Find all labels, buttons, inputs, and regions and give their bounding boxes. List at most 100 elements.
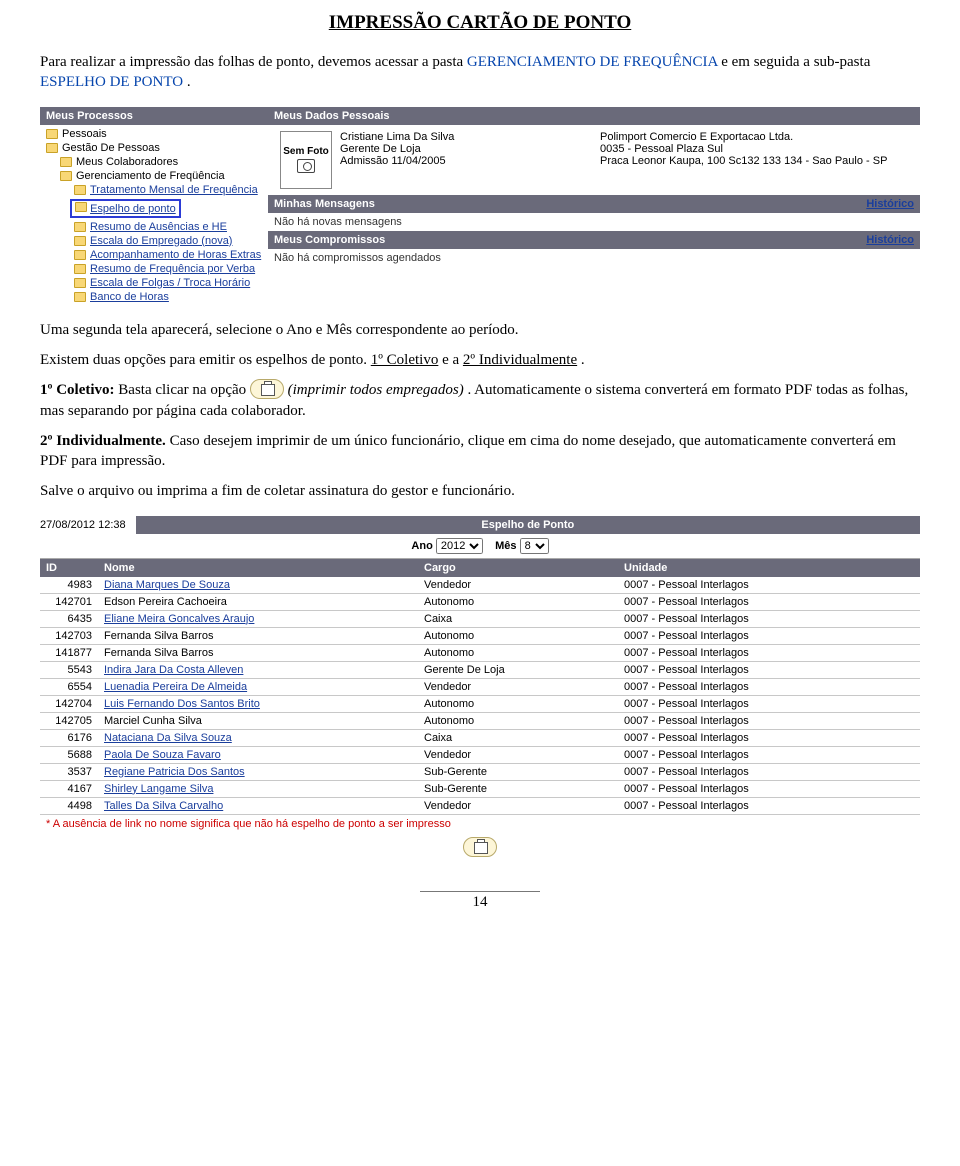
paragraph-save: Salve o arquivo ou imprima a fim de cole…	[40, 481, 920, 501]
timestamp: 27/08/2012 12:38	[40, 519, 126, 531]
ano-label: Ano	[411, 540, 432, 552]
cell-cargo: Caixa	[418, 729, 618, 746]
employee-link[interactable]: Indira Jara Da Costa Alleven	[104, 664, 243, 676]
tree-item-label: Escala do Empregado (nova)	[90, 235, 232, 247]
employee-link[interactable]: Paola De Souza Favaro	[104, 749, 221, 761]
opt-coletivo: 1º Coletivo	[371, 352, 439, 368]
cell-id: 4498	[40, 797, 98, 814]
tree-item[interactable]: Escala do Empregado (nova)	[46, 234, 268, 248]
col-id: ID	[40, 559, 98, 577]
cell-cargo: Autonomo	[418, 627, 618, 644]
employee-link[interactable]: Luenadia Pereira De Almeida	[104, 681, 247, 693]
employee-link[interactable]: Luis Fernando Dos Santos Brito	[104, 698, 260, 710]
panel-mensagens: Minhas Mensagens Histórico	[268, 195, 920, 213]
cell-nome[interactable]: Indira Jara Da Costa Alleven	[98, 661, 418, 678]
employee-table: ID Nome Cargo Unidade 4983Diana Marques …	[40, 559, 920, 815]
person-info: Cristiane Lima Da Silva Gerente De Loja …	[340, 131, 454, 167]
cell-id: 142701	[40, 593, 98, 610]
cell-id: 6176	[40, 729, 98, 746]
tree-item[interactable]: Tratamento Mensal de Frequência	[46, 183, 268, 197]
employee-link[interactable]: Shirley Langame Silva	[104, 783, 213, 795]
footnote: * A ausência de link no nome significa q…	[40, 815, 920, 833]
tree-item-label: Escala de Folgas / Troca Horário	[90, 277, 250, 289]
folder-icon	[74, 292, 86, 302]
cell-nome: Fernanda Silva Barros	[98, 627, 418, 644]
no-messages: Não há novas mensagens	[268, 213, 920, 231]
text: .	[187, 74, 191, 90]
cell-nome[interactable]: Eliane Meira Goncalves Araujo	[98, 610, 418, 627]
employee-link[interactable]: Eliane Meira Goncalves Araujo	[104, 613, 254, 625]
mes-select[interactable]: 8	[520, 538, 549, 554]
cell-nome[interactable]: Nataciana Da Silva Souza	[98, 729, 418, 746]
cell-id: 4167	[40, 780, 98, 797]
folder-icon	[46, 129, 58, 139]
table-row: 142705Marciel Cunha SilvaAutonomo0007 - …	[40, 712, 920, 729]
tree-item[interactable]: Espelho de ponto	[46, 197, 268, 220]
cell-cargo: Autonomo	[418, 695, 618, 712]
tree-item[interactable]: Acompanhamento de Horas Extras	[46, 248, 268, 262]
opt-individual: 2º Individualmente	[463, 352, 577, 368]
folder-icon	[60, 157, 72, 167]
paragraph-coletivo: 1º Coletivo: Basta clicar na opção (impr…	[40, 380, 920, 421]
cell-unidade: 0007 - Pessoal Interlagos	[618, 593, 920, 610]
text: .	[581, 352, 585, 368]
cell-unidade: 0007 - Pessoal Interlagos	[618, 610, 920, 627]
cell-nome[interactable]: Luenadia Pereira De Almeida	[98, 678, 418, 695]
tree-item[interactable]: Resumo de Frequência por Verba	[46, 262, 268, 276]
folder-icon	[74, 222, 86, 232]
cell-nome[interactable]: Luis Fernando Dos Santos Brito	[98, 695, 418, 712]
link-espelho: ESPELHO DE PONTO	[40, 74, 183, 90]
employee-link[interactable]: Diana Marques De Souza	[104, 579, 230, 591]
employee-link[interactable]: Regiane Patricia Dos Santos	[104, 766, 245, 778]
col-unidade: Unidade	[618, 559, 920, 577]
no-photo-label: Sem Foto	[283, 146, 329, 157]
tree-item[interactable]: Banco de Horas	[46, 290, 268, 304]
cell-nome[interactable]: Shirley Langame Silva	[98, 780, 418, 797]
cell-cargo: Vendedor	[418, 746, 618, 763]
folder-icon	[75, 202, 87, 212]
cell-cargo: Caixa	[418, 610, 618, 627]
cell-cargo: Gerente De Loja	[418, 661, 618, 678]
cell-unidade: 0007 - Pessoal Interlagos	[618, 712, 920, 729]
screenshot-process-tree: Meus Processos PessoaisGestão De Pessoas…	[40, 107, 920, 306]
text: e em seguida a sub-pasta	[721, 54, 870, 70]
tree-item-label: Gerenciamento de Freqüência	[76, 170, 225, 182]
company-info: Polimport Comercio E Exportacao Ltda. 00…	[594, 128, 914, 192]
ano-select[interactable]: 2012	[436, 538, 483, 554]
table-row: 5543 Indira Jara Da Costa Alleven Gerente …	[40, 661, 920, 678]
employee-link[interactable]: Talles Da Silva Carvalho	[104, 800, 223, 812]
person-block: Sem Foto Cristiane Lima Da Silva Gerente…	[274, 128, 594, 192]
print-icon[interactable]	[250, 379, 284, 399]
table-row: 142701Edson Pereira CachoeiraAutonomo000…	[40, 593, 920, 610]
cell-unidade: 0007 - Pessoal Interlagos	[618, 763, 920, 780]
cell-unidade: 0007 - Pessoal Interlagos	[618, 746, 920, 763]
table-row: 3537Regiane Patricia Dos SantosSub-Geren…	[40, 763, 920, 780]
page-title: IMPRESSÃO CARTÃO DE PONTO	[40, 12, 920, 34]
tree-item[interactable]: Resumo de Ausências e HE	[46, 220, 268, 234]
person-role: Gerente De Loja	[340, 143, 454, 155]
cell-id: 141877	[40, 644, 98, 661]
cell-id: 3537	[40, 763, 98, 780]
cell-unidade: 0007 - Pessoal Interlagos	[618, 729, 920, 746]
folder-icon	[60, 171, 72, 181]
cell-nome[interactable]: Diana Marques De Souza	[98, 577, 418, 594]
cell-nome[interactable]: Regiane Patricia Dos Santos	[98, 763, 418, 780]
tree-item-label: Resumo de Ausências e HE	[90, 221, 227, 233]
table-row: 141877Fernanda Silva BarrosAutonomo0007 …	[40, 644, 920, 661]
cell-nome[interactable]: Paola De Souza Favaro	[98, 746, 418, 763]
cell-id: 4983	[40, 577, 98, 594]
col-nome: Nome	[98, 559, 418, 577]
historico-link[interactable]: Histórico	[866, 234, 914, 246]
cell-cargo: Autonomo	[418, 712, 618, 729]
link-gerenciamento: GERENCIAMENTO DE FREQUÊNCIA	[467, 54, 718, 70]
no-commitments: Não há compromissos agendados	[268, 249, 920, 267]
print-all-icon[interactable]	[463, 837, 497, 857]
tree-item[interactable]: Escala de Folgas / Troca Horário	[46, 276, 268, 290]
historico-link[interactable]: Histórico	[866, 198, 914, 210]
employee-link[interactable]: Nataciana Da Silva Souza	[104, 732, 232, 744]
text: e a	[442, 352, 463, 368]
cell-nome[interactable]: Talles Da Silva Carvalho	[98, 797, 418, 814]
personal-data-block: Sem Foto Cristiane Lima Da Silva Gerente…	[268, 125, 920, 195]
cell-id: 5543	[40, 661, 98, 678]
sidebar-header: Meus Processos	[40, 107, 268, 125]
